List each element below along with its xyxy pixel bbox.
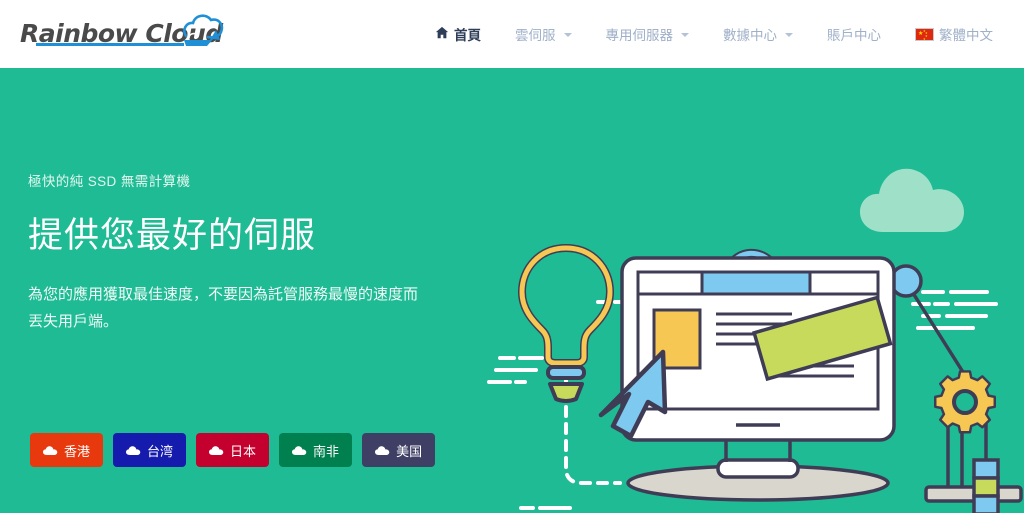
hero-eyebrow: 極快的純 SSD 無需計算機 bbox=[28, 174, 191, 189]
nav-label: 雲伺服 bbox=[515, 28, 556, 43]
nav-label: 專用伺服器 bbox=[605, 28, 674, 43]
cloud-icon bbox=[43, 445, 58, 455]
web-hosting-illustration bbox=[487, 168, 1023, 513]
button-label: 南非 bbox=[313, 443, 340, 459]
home-icon bbox=[435, 26, 449, 39]
button-label: 香港 bbox=[64, 443, 91, 459]
light-bulb bbox=[517, 243, 615, 403]
nav-item-language[interactable]: ★ ★ ★ ★ ★ 繁體中文 bbox=[898, 0, 1010, 68]
mint-cloud bbox=[860, 168, 964, 232]
location-button-southafrica[interactable]: 南非 bbox=[279, 433, 353, 467]
location-button-japan[interactable]: 日本 bbox=[196, 433, 270, 467]
button-label: 日本 bbox=[230, 443, 257, 459]
cloud-icon bbox=[375, 445, 390, 455]
page-root: Rainbow Cloud 首頁 雲伺服 專用伺服器 數據中心 賬戶中心 ★ ★… bbox=[0, 0, 1024, 513]
chevron-down-icon bbox=[785, 33, 793, 37]
nav-item-home[interactable]: 首頁 bbox=[418, 0, 498, 68]
hero-banner: 極快的純 SSD 無需計算機 提供您最好的伺服 為您的應用獲取最佳速度，不要因為… bbox=[0, 68, 1024, 513]
hero-headline: 提供您最好的伺服 bbox=[28, 216, 317, 255]
logo-underline bbox=[36, 43, 184, 46]
hero-copy: 極快的純 SSD 無需計算機 提供您最好的伺服 為您的應用獲取最佳速度，不要因為… bbox=[28, 170, 448, 335]
cloud-icon bbox=[209, 445, 224, 455]
yellow-gear bbox=[933, 370, 997, 434]
main-nav: 首頁 雲伺服 專用伺服器 數據中心 賬戶中心 ★ ★ ★ ★ ★ 繁體中文 bbox=[418, 0, 1010, 68]
cloud-icon bbox=[292, 445, 307, 455]
white-dash-marks bbox=[487, 356, 544, 384]
button-label: 台湾 bbox=[147, 443, 174, 459]
nav-label: 賬戶中心 bbox=[827, 28, 881, 43]
location-button-taiwan[interactable]: 台湾 bbox=[113, 433, 187, 467]
location-button-row: 香港 台湾 日本 南非 美国 bbox=[30, 433, 436, 467]
flag-star: ★ bbox=[923, 36, 926, 41]
nav-label: 繁體中文 bbox=[939, 28, 993, 43]
chevron-down-icon bbox=[563, 33, 572, 37]
nav-item-datacenter[interactable]: 數據中心 bbox=[706, 0, 810, 68]
hero-subcopy: 為您的應用獲取最佳速度，不要因為託管服務最慢的速度而丟失用戶端。 bbox=[28, 286, 419, 330]
button-label: 美国 bbox=[396, 443, 423, 459]
cloud-arrow-icon bbox=[183, 14, 224, 46]
nav-label: 首頁 bbox=[454, 28, 481, 43]
cloud-icon bbox=[126, 445, 141, 455]
location-button-hongkong[interactable]: 香港 bbox=[30, 433, 104, 467]
white-dash-marks bbox=[519, 506, 572, 510]
nav-item-dedicated-server[interactable]: 專用伺服器 bbox=[589, 0, 707, 68]
site-logo[interactable]: Rainbow Cloud bbox=[20, 8, 223, 58]
nav-item-cloud-server[interactable]: 雲伺服 bbox=[498, 0, 589, 68]
chevron-down-icon bbox=[681, 33, 689, 37]
nav-label: 數據中心 bbox=[723, 28, 777, 43]
location-button-usa[interactable]: 美国 bbox=[362, 433, 436, 467]
site-header: Rainbow Cloud 首頁 雲伺服 專用伺服器 數據中心 賬戶中心 ★ ★… bbox=[0, 0, 1024, 68]
nav-item-account[interactable]: 賬戶中心 bbox=[810, 0, 898, 68]
china-flag-icon: ★ ★ ★ ★ ★ bbox=[915, 27, 934, 41]
